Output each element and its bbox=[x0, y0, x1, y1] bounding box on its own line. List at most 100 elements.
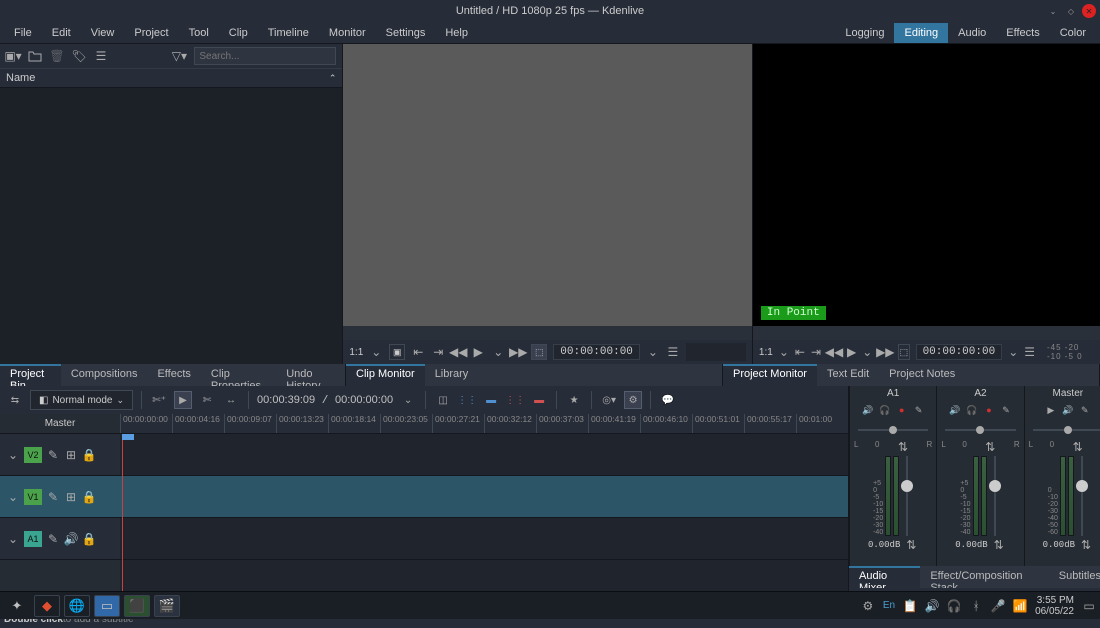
menu-help[interactable]: Help bbox=[435, 24, 478, 42]
expand-icon[interactable]: ▶ bbox=[1045, 404, 1057, 416]
chevron-down-icon[interactable]: ⌄ bbox=[779, 345, 789, 359]
db-readout[interactable]: 0.00dB bbox=[955, 540, 987, 550]
tray-icon[interactable]: ⚙ bbox=[861, 599, 875, 613]
record-icon[interactable]: ● bbox=[983, 404, 995, 416]
record-icon[interactable]: ● bbox=[896, 404, 908, 416]
eye-icon[interactable]: ⊞ bbox=[64, 490, 78, 504]
clip-monitor-view[interactable] bbox=[343, 44, 752, 326]
tab-effects[interactable]: Effects bbox=[147, 364, 200, 386]
solo-icon[interactable]: 🎧 bbox=[966, 404, 978, 416]
volume-icon[interactable]: 🔊 bbox=[925, 599, 939, 613]
go-start-icon[interactable]: ⇤ bbox=[411, 345, 425, 359]
track-header-v1[interactable]: ⌄V1✎⊞🔒 bbox=[0, 476, 120, 518]
files-app-icon[interactable]: ▭ bbox=[94, 595, 120, 617]
tab-undo-history[interactable]: Undo History bbox=[276, 364, 345, 386]
track-lane-v2[interactable] bbox=[120, 434, 848, 476]
headset-icon[interactable]: 🎧 bbox=[947, 599, 961, 613]
search-input[interactable] bbox=[194, 47, 336, 65]
tab-audio-mixer[interactable]: Audio Mixer bbox=[849, 566, 920, 588]
mute-icon[interactable]: 🔊 bbox=[1062, 404, 1074, 416]
filter-icon[interactable]: ▽▾ bbox=[172, 49, 186, 63]
playhead[interactable] bbox=[122, 434, 123, 610]
spin-icon[interactable]: ⇅ bbox=[1071, 440, 1085, 454]
tab-library[interactable]: Library bbox=[425, 364, 479, 386]
spin-icon[interactable]: ⇅ bbox=[1079, 538, 1093, 552]
volume-fader[interactable] bbox=[901, 456, 913, 536]
spin-icon[interactable]: ⇅ bbox=[992, 538, 1006, 552]
project-monitor-ruler[interactable] bbox=[753, 326, 1100, 340]
menu-timeline[interactable]: Timeline bbox=[258, 24, 319, 42]
tab-clip-properties[interactable]: Clip Properties bbox=[201, 364, 276, 386]
lock-icon[interactable]: 🔒 bbox=[82, 448, 96, 462]
subtitle-icon[interactable]: 💬 bbox=[659, 391, 677, 409]
notifications-icon[interactable]: ▭ bbox=[1082, 599, 1096, 613]
collapse-icon[interactable]: ⌄ bbox=[6, 448, 20, 462]
settings-icon[interactable]: ⚙ bbox=[624, 391, 642, 409]
forward-icon[interactable]: ▶▶ bbox=[511, 345, 525, 359]
track-lane-v1[interactable] bbox=[120, 476, 848, 518]
spin-icon[interactable]: ⇅ bbox=[896, 440, 910, 454]
favorite-icon[interactable]: ★ bbox=[565, 391, 583, 409]
set-in-icon[interactable]: ▣ bbox=[389, 344, 405, 360]
razor-tool-icon[interactable]: ✄ bbox=[198, 391, 216, 409]
workspace-effects[interactable]: Effects bbox=[996, 23, 1049, 43]
mix-icon[interactable]: ◫ bbox=[434, 391, 452, 409]
chevron-down-icon[interactable]: ⌄ bbox=[369, 345, 383, 359]
mute-icon[interactable]: 🔊 bbox=[949, 404, 961, 416]
overwrite-icon[interactable]: ▬ bbox=[482, 391, 500, 409]
zoom-label[interactable]: 1:1 bbox=[759, 347, 773, 358]
tag-icon[interactable]: 🏷 bbox=[72, 49, 86, 63]
chrome-app-icon[interactable]: 🌐 bbox=[64, 595, 90, 617]
eye-icon[interactable]: ⊞ bbox=[64, 448, 78, 462]
tab-project-notes[interactable]: Project Notes bbox=[879, 364, 965, 386]
mute-icon[interactable]: 🔊 bbox=[862, 404, 874, 416]
collapse-icon[interactable]: ⌄ bbox=[6, 532, 20, 546]
tab-effect-composition-stack[interactable]: Effect/Composition Stack bbox=[920, 566, 1048, 588]
timeline-position[interactable]: 00:00:39:09 / 00:00:00:00 bbox=[257, 394, 393, 407]
solo-icon[interactable]: 🎧 bbox=[879, 404, 891, 416]
volume-fader[interactable] bbox=[1076, 456, 1088, 536]
lift-icon[interactable]: ▬ bbox=[530, 391, 548, 409]
kdenlive-app-icon[interactable]: 🎬 bbox=[154, 595, 180, 617]
bin-column-header[interactable]: Name ⌃ bbox=[0, 68, 342, 88]
chevron-down-icon[interactable]: ⌄ bbox=[399, 391, 417, 409]
rewind-icon[interactable]: ◀◀ bbox=[451, 345, 465, 359]
chevron-down-icon[interactable]: ⌄ bbox=[646, 345, 660, 359]
tab-clip-monitor[interactable]: Clip Monitor bbox=[346, 364, 425, 386]
menu-edit[interactable]: Edit bbox=[42, 24, 81, 42]
kb-layout[interactable]: En bbox=[883, 600, 895, 611]
fx-icon[interactable]: ✎ bbox=[1000, 404, 1012, 416]
clipboard-icon[interactable]: 📋 bbox=[903, 599, 917, 613]
zone-icon[interactable]: ⬚ bbox=[898, 344, 909, 360]
timecode[interactable]: 00:00:00:00 bbox=[553, 344, 640, 360]
fx-icon[interactable]: ✎ bbox=[913, 404, 925, 416]
maximize-button[interactable]: ◇ bbox=[1064, 4, 1078, 18]
menu-monitor[interactable]: Monitor bbox=[319, 24, 376, 42]
chevron-down-icon[interactable]: ⌄ bbox=[491, 345, 505, 359]
close-button[interactable]: ✕ bbox=[1082, 4, 1096, 18]
balance-slider[interactable] bbox=[1029, 424, 1100, 436]
tool-icon[interactable]: ⇆ bbox=[6, 391, 24, 409]
chevron-down-icon[interactable]: ⌄ bbox=[862, 345, 872, 359]
start-menu-icon[interactable]: ✦ bbox=[4, 595, 30, 617]
wifi-icon[interactable]: 📶 bbox=[1013, 599, 1027, 613]
menu-settings[interactable]: Settings bbox=[376, 24, 436, 42]
spin-icon[interactable]: ⇅ bbox=[983, 440, 997, 454]
brave-app-icon[interactable]: ◆ bbox=[34, 595, 60, 617]
spin-icon[interactable]: ⇅ bbox=[904, 538, 918, 552]
edit-mode-dropdown[interactable]: ◧ Normal mode ⌄ bbox=[30, 390, 133, 410]
tab-subtitles[interactable]: Subtitles bbox=[1049, 566, 1100, 588]
menu-clip[interactable]: Clip bbox=[219, 24, 258, 42]
timecode[interactable]: 00:00:00:00 bbox=[916, 344, 1003, 360]
add-folder-icon[interactable] bbox=[28, 49, 42, 63]
fx-icon[interactable]: ✎ bbox=[46, 490, 60, 504]
menu-tool[interactable]: Tool bbox=[179, 24, 219, 42]
menu-view[interactable]: View bbox=[81, 24, 125, 42]
go-end-icon[interactable]: ⇥ bbox=[811, 345, 821, 359]
fx-icon[interactable]: ✎ bbox=[46, 532, 60, 546]
minimize-button[interactable]: ⌄ bbox=[1046, 4, 1060, 18]
rewind-icon[interactable]: ◀◀ bbox=[827, 345, 841, 359]
track-header-v2[interactable]: ⌄V2✎⊞🔒 bbox=[0, 434, 120, 476]
zoom-label[interactable]: 1:1 bbox=[349, 347, 363, 358]
fx-icon[interactable]: ✎ bbox=[46, 448, 60, 462]
